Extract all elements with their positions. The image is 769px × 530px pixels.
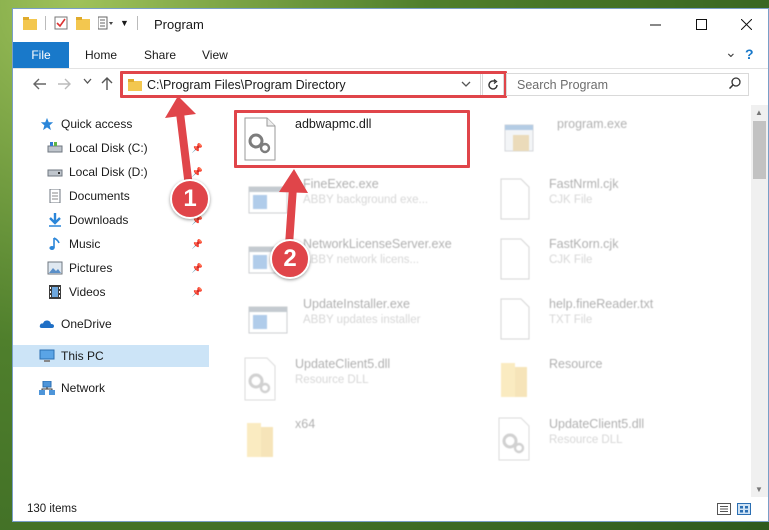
callout-step-2: 2 [270, 239, 310, 279]
callout-step-1: 1 [170, 179, 210, 219]
annotation-arrows [165, 96, 308, 249]
arrow-1-head-icon [165, 96, 196, 118]
arrow-2-head-icon [279, 169, 308, 193]
arrow-2-icon [285, 183, 297, 249]
